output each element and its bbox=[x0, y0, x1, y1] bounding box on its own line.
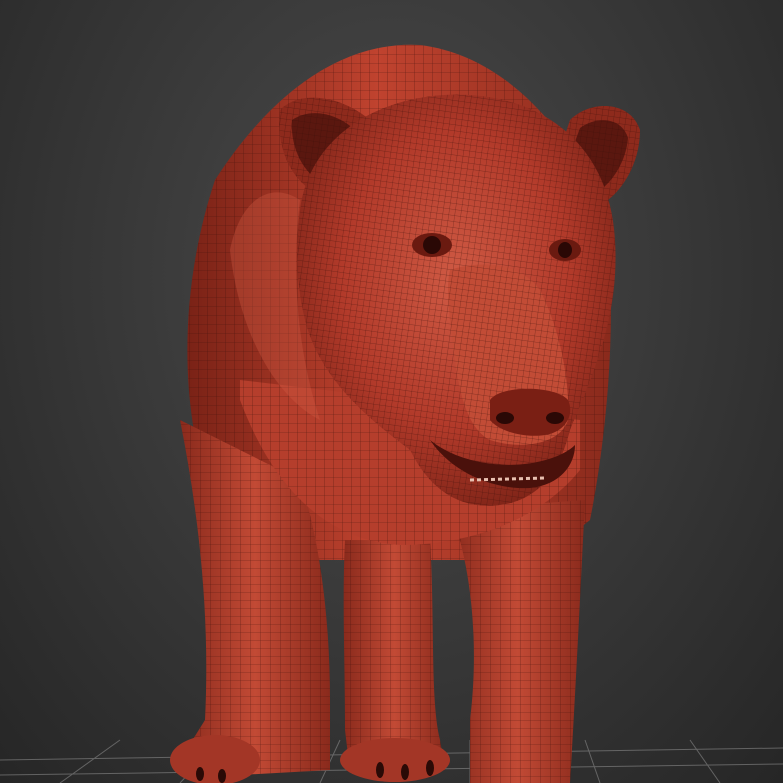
nose bbox=[490, 388, 571, 436]
3d-viewport[interactable] bbox=[0, 0, 783, 783]
right-front-leg bbox=[450, 500, 585, 783]
rear-leg bbox=[343, 540, 445, 772]
scene-render bbox=[0, 44, 783, 783]
